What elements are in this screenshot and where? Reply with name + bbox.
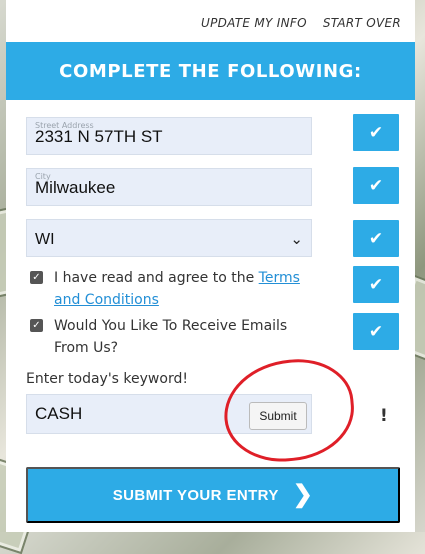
state-confirm-button[interactable]: ✔ xyxy=(353,220,399,257)
check-icon: ✔ xyxy=(368,228,384,249)
terms-confirm-button[interactable]: ✔ xyxy=(353,266,399,303)
top-navigation: UPDATE MY INFO START OVER xyxy=(201,16,401,30)
terms-checkbox[interactable]: ✓ xyxy=(30,271,43,284)
terms-prefix-text: I have read and agree to the xyxy=(54,270,259,286)
chevron-right-icon: ❯ xyxy=(292,481,314,508)
chevron-down-icon: ⌄ xyxy=(290,230,303,248)
update-my-info-link[interactable]: UPDATE MY INFO xyxy=(201,16,307,30)
email-optin: ✓ Would You Like To Receive Emails From … xyxy=(30,315,322,359)
check-icon: ✔ xyxy=(368,321,384,342)
email-confirm-button[interactable]: ✔ xyxy=(353,313,399,350)
form-title: COMPLETE THE FOLLOWING: xyxy=(59,60,362,82)
alert-indicator: ! xyxy=(380,406,388,426)
city-value: Milwaukee xyxy=(35,178,116,197)
street-confirm-button[interactable]: ✔ xyxy=(353,114,399,151)
street-address-field[interactable]: Street Address 2331 N 57TH ST xyxy=(26,117,312,155)
entry-form-card: UPDATE MY INFO START OVER COMPLETE THE F… xyxy=(6,0,415,532)
check-icon: ✔ xyxy=(368,122,384,143)
keyword-label: Enter today's keyword! xyxy=(26,371,188,387)
state-select[interactable]: WI ⌄ xyxy=(26,219,312,257)
email-optin-text: Would You Like To Receive Emails From Us… xyxy=(54,318,288,356)
red-annotation-circle xyxy=(219,354,359,467)
form-header-banner: COMPLETE THE FOLLOWING: xyxy=(6,42,415,100)
check-icon: ✔ xyxy=(368,274,384,295)
email-optin-checkbox[interactable]: ✓ xyxy=(30,319,43,332)
state-value: WI xyxy=(35,231,55,248)
street-address-value: 2331 N 57TH ST xyxy=(35,127,163,146)
check-icon: ✔ xyxy=(368,175,384,196)
keyword-value: CASH xyxy=(35,404,83,423)
terms-agreement: ✓ I have read and agree to the Terms and… xyxy=(30,267,322,311)
city-confirm-button[interactable]: ✔ xyxy=(353,167,399,204)
submit-entry-label: SUBMIT YOUR ENTRY xyxy=(112,486,279,504)
start-over-link[interactable]: START OVER xyxy=(323,16,401,30)
city-field[interactable]: City Milwaukee xyxy=(26,168,312,206)
terms-text: I have read and agree to the Terms and C… xyxy=(30,267,322,311)
submit-entry-button[interactable]: SUBMIT YOUR ENTRY ❯ xyxy=(26,467,400,523)
